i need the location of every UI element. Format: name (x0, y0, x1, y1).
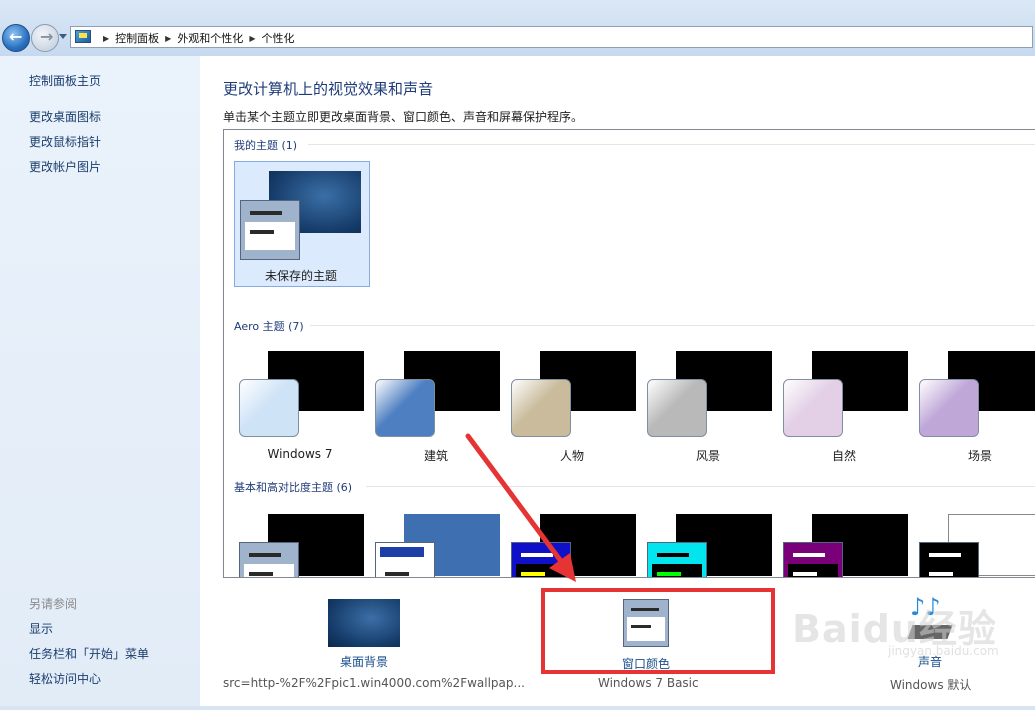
annotation-highlight-box (541, 588, 775, 674)
annotation-arrow (465, 433, 576, 582)
window-bottom-edge (0, 706, 1035, 710)
